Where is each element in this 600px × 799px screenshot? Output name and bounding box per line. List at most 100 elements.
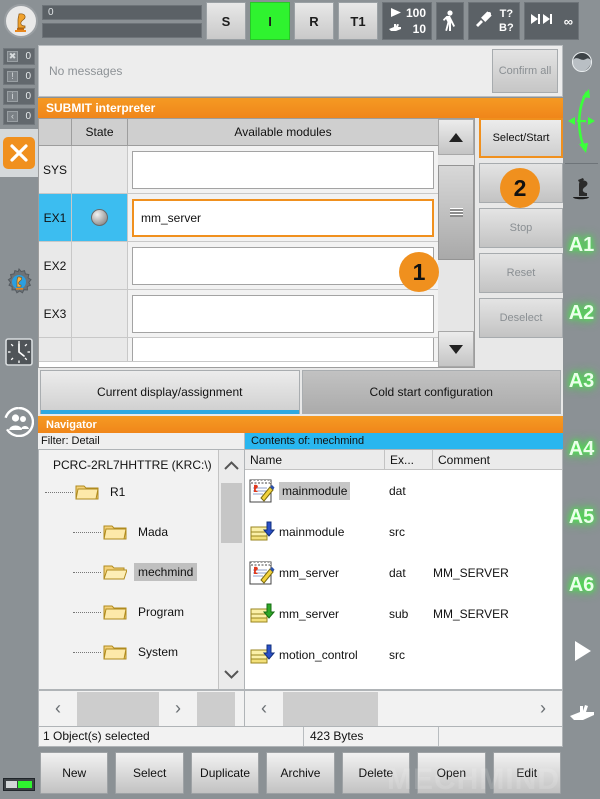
list-item[interactable]: mm_server dat MM_SERVER xyxy=(245,552,562,593)
list-item[interactable]: mainmodule src xyxy=(245,511,562,552)
tree-root-label[interactable]: PCRC-2RL7HHTTRE (KRC:\) xyxy=(39,450,244,472)
duplicate-button[interactable]: Duplicate xyxy=(190,752,260,794)
scroll-down-icon[interactable] xyxy=(438,331,474,367)
axis-label-a5[interactable]: A5 xyxy=(563,483,600,551)
tree-item-program[interactable]: Program xyxy=(39,592,244,632)
tree-pager-prev[interactable]: ‹ xyxy=(39,698,77,719)
walking-man-icon[interactable] xyxy=(436,2,465,40)
open-button[interactable]: Open xyxy=(417,752,486,794)
message-counter-wait[interactable]: ‹ 0 xyxy=(3,108,35,125)
robot-arm-icon[interactable] xyxy=(563,167,600,211)
tree-pager-bar-2[interactable] xyxy=(197,691,235,726)
module-table-scrollbar[interactable] xyxy=(438,118,475,368)
mode-button-s[interactable]: S xyxy=(206,2,246,40)
new-button[interactable]: New xyxy=(40,752,109,794)
file-pager-next[interactable]: › xyxy=(524,698,562,719)
file-pager-prev[interactable]: ‹ xyxy=(245,698,283,719)
axis-label-a1[interactable]: A1 xyxy=(563,211,600,279)
clock-icon[interactable] xyxy=(0,337,38,367)
file-name: motion_control xyxy=(279,647,358,662)
tree-pager-bar[interactable] xyxy=(77,691,159,726)
row-module-cell-ex4[interactable] xyxy=(128,338,438,361)
table-row[interactable]: EX1 mm_server xyxy=(39,194,438,242)
reset-button[interactable]: Reset xyxy=(479,253,563,293)
message-counter-warning[interactable]: ! 0 xyxy=(3,68,35,85)
scrollbar-track[interactable] xyxy=(438,155,474,331)
list-item[interactable]: mm_server sub MM_SERVER xyxy=(245,593,562,634)
module-dropdown-sys[interactable] xyxy=(132,150,434,189)
tree-connector xyxy=(45,491,73,493)
module-table-header: State Available modules xyxy=(39,119,438,146)
scrollbar-thumb[interactable] xyxy=(438,165,474,260)
mode-button-t1[interactable]: T1 xyxy=(338,2,378,40)
axis-label-a3[interactable]: A3 xyxy=(563,347,600,415)
table-row[interactable] xyxy=(39,338,438,362)
mode-button-r[interactable]: R xyxy=(294,2,334,40)
stop-button[interactable]: Stop xyxy=(479,208,563,248)
hand-jog-icon[interactable] xyxy=(563,683,600,743)
list-item[interactable]: mainmodule dat xyxy=(245,470,562,511)
axis-motion-icon[interactable] xyxy=(563,82,600,160)
tab-current-display[interactable]: Current display/assignment xyxy=(40,370,300,414)
tree-pager-next[interactable]: › xyxy=(159,698,197,719)
folder-icon xyxy=(103,603,127,621)
column-header-name[interactable]: Name xyxy=(245,450,385,469)
navigator-pager: ‹ › ‹ › xyxy=(38,690,563,727)
play-icon xyxy=(389,7,402,21)
kuka-robot-icon[interactable] xyxy=(0,0,42,42)
navigator-filter-label[interactable]: Filter: Detail xyxy=(38,433,245,449)
tree-item-system[interactable]: System xyxy=(39,632,244,672)
file-pager-bar[interactable] xyxy=(283,691,378,726)
file-ext: src xyxy=(389,524,405,539)
delete-button[interactable]: Delete xyxy=(341,752,411,794)
tree-item-mechmind[interactable]: mechmind xyxy=(39,552,244,592)
column-header-comment[interactable]: Comment xyxy=(433,450,562,469)
deselect-button[interactable]: Deselect xyxy=(479,298,563,338)
message-counter-ack[interactable]: ✖ 0 xyxy=(3,48,35,65)
row-module-cell-sys[interactable] xyxy=(128,146,438,193)
edit-button[interactable]: Edit xyxy=(492,752,561,794)
list-item[interactable]: motion_control src xyxy=(245,634,562,675)
archive-button[interactable]: Archive xyxy=(266,752,335,794)
override-indicator[interactable]: 100 10 xyxy=(382,2,433,40)
select-button[interactable]: Select xyxy=(115,752,184,794)
tree-scroll-down-icon[interactable] xyxy=(219,659,244,689)
file-name: mainmodule xyxy=(279,481,385,500)
tree-scroll-up-icon[interactable] xyxy=(219,450,244,480)
settings-robot-icon[interactable] xyxy=(0,267,38,297)
row-module-cell-ex1[interactable]: mm_server xyxy=(128,194,438,241)
increment-indicator[interactable]: ∞ xyxy=(523,2,579,40)
message-counter-info[interactable]: i 0 xyxy=(3,88,35,105)
table-row[interactable]: SYS xyxy=(39,146,438,194)
tree-item-r1[interactable]: R1 xyxy=(39,472,244,512)
play-arrow-icon[interactable] xyxy=(563,619,600,683)
scroll-up-icon[interactable] xyxy=(438,119,474,155)
row-module-cell-ex3[interactable] xyxy=(128,290,438,337)
table-row[interactable]: EX3 xyxy=(39,290,438,338)
module-dropdown-ex1[interactable]: mm_server xyxy=(132,198,434,237)
tree-scroll-thumb[interactable] xyxy=(221,483,242,543)
axis-label-a4[interactable]: A4 xyxy=(563,415,600,483)
select-start-button[interactable]: Select/Start xyxy=(479,118,563,158)
module-dropdown-ex4[interactable] xyxy=(132,338,434,361)
world-globe-icon[interactable] xyxy=(563,42,600,82)
tree-scrollbar[interactable] xyxy=(218,450,244,689)
confirm-all-button[interactable]: Confirm all xyxy=(492,49,558,93)
row-module-cell-ex2[interactable] xyxy=(128,242,438,289)
message-bar[interactable]: No messages Confirm all xyxy=(38,45,563,97)
users-icon[interactable] xyxy=(0,407,38,437)
module-dropdown-ex3[interactable] xyxy=(132,294,434,333)
submit-action-buttons: Select/Start Start Stop Reset Deselect xyxy=(475,118,563,368)
status-field-1: 0 xyxy=(42,4,202,20)
file-ext: dat xyxy=(389,565,406,580)
axis-label-a2[interactable]: A2 xyxy=(563,279,600,347)
table-row[interactable]: EX2 xyxy=(39,242,438,290)
mode-button-i[interactable]: I xyxy=(250,2,290,40)
column-header-ext[interactable]: Ex... xyxy=(385,450,433,469)
tree-item-mada[interactable]: Mada xyxy=(39,512,244,552)
module-dropdown-ex2[interactable] xyxy=(132,246,434,285)
stop-close-button[interactable] xyxy=(0,129,38,177)
tab-cold-start[interactable]: Cold start configuration xyxy=(301,370,561,414)
axis-label-a6[interactable]: A6 xyxy=(563,551,600,619)
tool-base-indicator[interactable]: T? B? xyxy=(468,2,520,40)
